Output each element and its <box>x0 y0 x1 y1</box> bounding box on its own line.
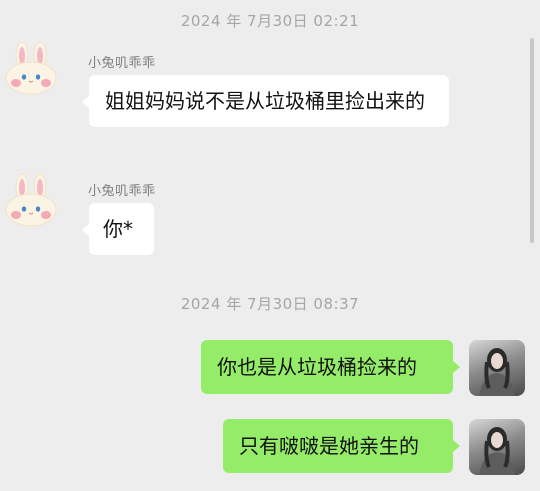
message-bubble-incoming[interactable]: 你* <box>89 203 154 255</box>
message-bubble-outgoing[interactable]: 你也是从垃圾桶捡来的 <box>201 340 453 394</box>
bunny-avatar-icon[interactable] <box>3 40 59 96</box>
message-timestamp: 2024 年 7月30日 02:21 <box>180 12 360 30</box>
bunny-avatar-icon[interactable] <box>3 172 59 228</box>
bubble-tail <box>82 224 89 236</box>
chat-conversation: 2024 年 7月30日 02:21 小兔叽乖乖 姐姐妈妈说不是从垃圾桶里捡出来… <box>0 0 540 491</box>
user-photo-avatar[interactable] <box>469 340 525 396</box>
bubble-tail <box>453 440 460 452</box>
bubble-tail <box>453 361 460 373</box>
message-bubble-outgoing[interactable]: 只有啵啵是她亲生的 <box>223 419 453 473</box>
scrollbar[interactable] <box>530 38 534 243</box>
sender-name: 小兔叽乖乖 <box>88 56 156 71</box>
message-bubble-incoming[interactable]: 姐姐妈妈说不是从垃圾桶里捡出来的 <box>89 75 449 127</box>
user-photo-avatar[interactable] <box>469 419 525 475</box>
message-timestamp: 2024 年 7月30日 08:37 <box>180 295 360 313</box>
sender-name: 小兔叽乖乖 <box>88 184 156 199</box>
bubble-tail <box>82 96 89 108</box>
